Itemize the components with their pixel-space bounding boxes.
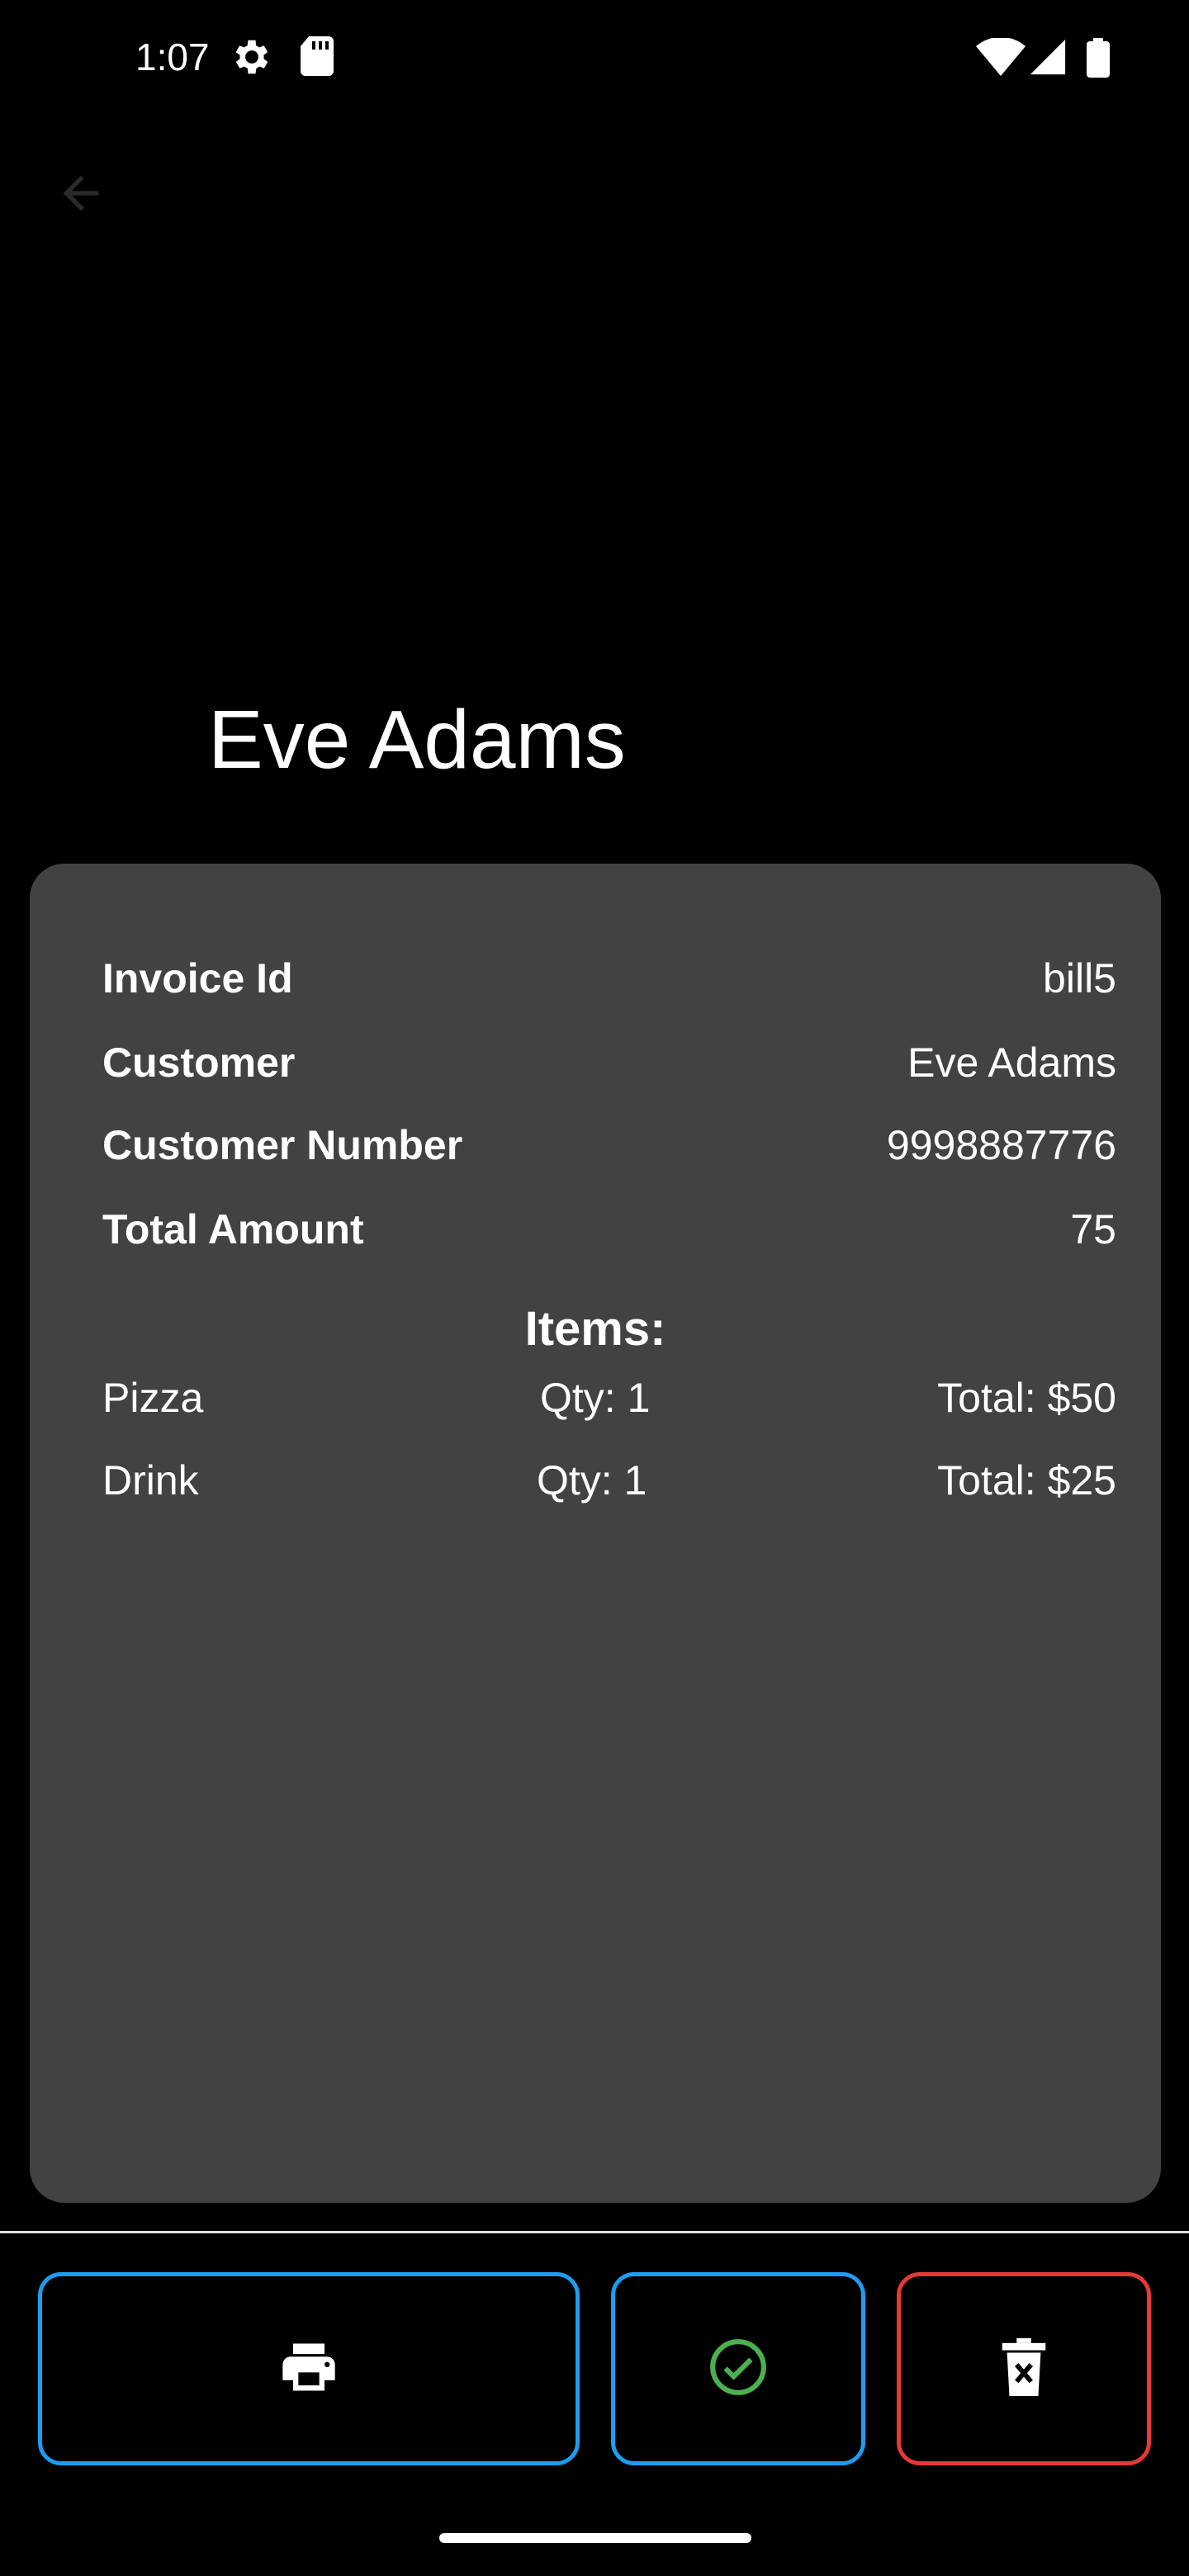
status-time: 1:07 xyxy=(135,36,210,78)
back-button[interactable] xyxy=(48,162,114,228)
screen: 1:07 Eve Adams Invoice Id bill5 Customer… xyxy=(0,0,1189,2576)
check-circle-icon xyxy=(708,2337,769,2402)
arrow-back-icon xyxy=(54,167,107,224)
detail-label: Invoice Id xyxy=(102,955,293,1002)
delete-icon xyxy=(999,2337,1049,2400)
detail-row-total-amount: Total Amount 75 xyxy=(102,1200,1116,1258)
list-item: Drink Qty: 1 Total: $25 xyxy=(102,1456,1116,1514)
sd-card-icon xyxy=(299,35,335,78)
item-qty: Qty: 1 xyxy=(537,1457,647,1503)
delete-button[interactable] xyxy=(897,2272,1151,2465)
home-indicator[interactable] xyxy=(439,2533,751,2543)
invoice-card: Invoice Id bill5 Customer Eve Adams Cust… xyxy=(30,864,1161,2203)
item-total: Total: $25 xyxy=(937,1457,1116,1503)
detail-value: Eve Adams xyxy=(907,1039,1116,1086)
detail-row-invoice-id: Invoice Id bill5 xyxy=(102,949,1116,1007)
battery-icon xyxy=(1087,38,1110,78)
detail-value: 75 xyxy=(1070,1206,1116,1252)
print-button[interactable] xyxy=(38,2272,580,2465)
items-heading: Items: xyxy=(524,1302,666,1356)
detail-label: Customer Number xyxy=(102,1122,463,1168)
confirm-button[interactable] xyxy=(611,2272,865,2465)
status-bar: 1:07 xyxy=(0,0,1189,116)
detail-label: Customer xyxy=(102,1039,296,1086)
item-name: Drink xyxy=(102,1457,199,1503)
item-name: Pizza xyxy=(102,1375,204,1421)
detail-value: bill5 xyxy=(1043,955,1116,1002)
list-item: Pizza Qty: 1 Total: $50 xyxy=(102,1374,1116,1432)
detail-row-customer-number: Customer Number 9998887776 xyxy=(102,1116,1116,1174)
divider xyxy=(0,2231,1189,2233)
wifi-icon xyxy=(976,36,1026,78)
detail-row-customer: Customer Eve Adams xyxy=(102,1034,1116,1091)
signal-icon xyxy=(1029,38,1067,76)
printer-icon xyxy=(277,2336,340,2403)
item-total: Total: $50 xyxy=(937,1375,1116,1421)
item-qty: Qty: 1 xyxy=(540,1375,651,1421)
detail-value: 9998887776 xyxy=(886,1122,1116,1168)
page-title: Eve Adams xyxy=(208,694,626,786)
gear-icon xyxy=(230,35,274,79)
detail-label: Total Amount xyxy=(102,1206,364,1252)
